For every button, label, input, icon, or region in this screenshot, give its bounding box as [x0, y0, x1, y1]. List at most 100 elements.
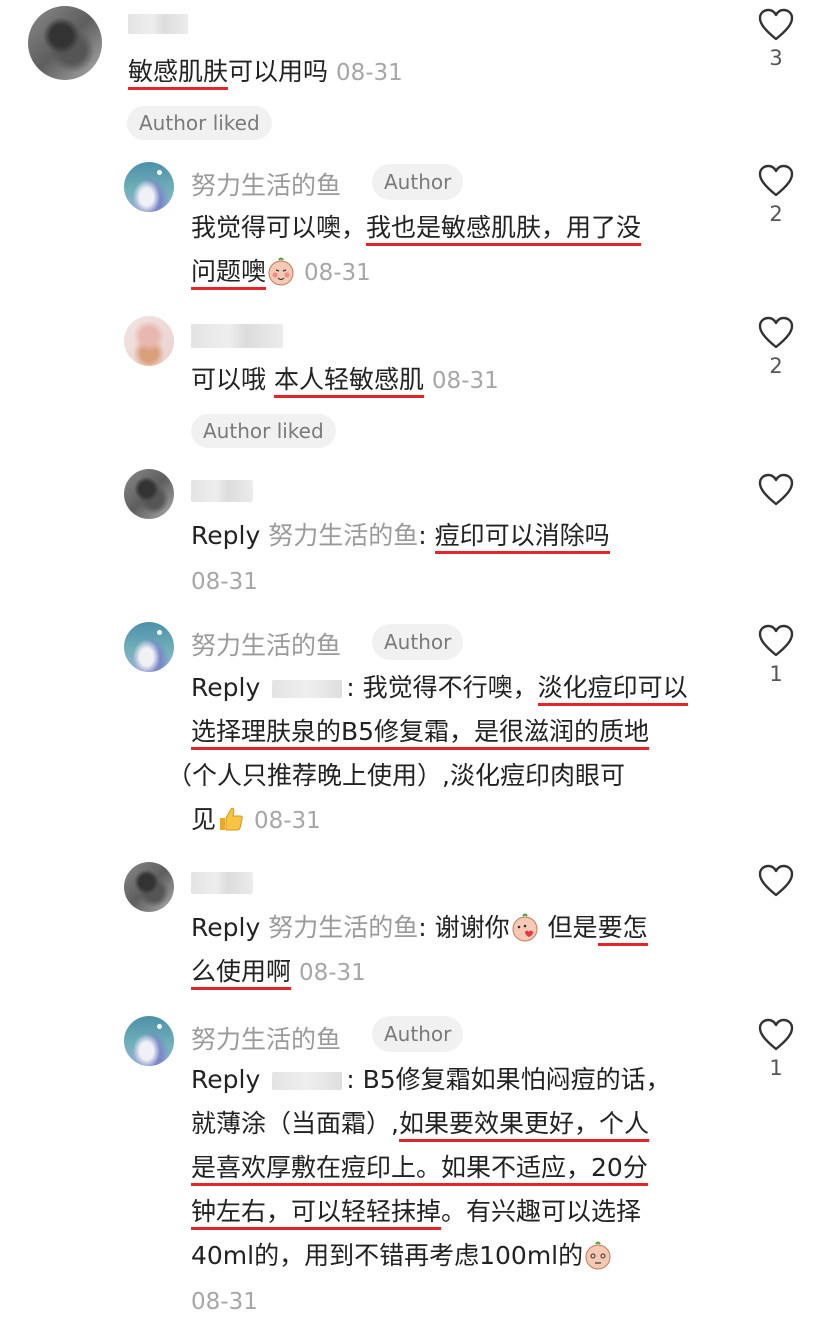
author-liked-chip: Author liked — [127, 106, 272, 140]
text-segment: 。有兴趣可以选择 — [441, 1197, 642, 1226]
highlighted-text: 本人轻敏感肌 — [273, 365, 424, 398]
text-segment: 我觉得不行噢， — [362, 673, 538, 702]
avatar[interactable] — [124, 469, 174, 519]
text-segment: 就薄涂（当面霜）, — [191, 1109, 399, 1138]
author-avatar[interactable] — [124, 162, 174, 212]
comment-date: 08-31 — [191, 569, 258, 595]
text-segment: B5修复霜如果怕闷痘的话， — [362, 1065, 671, 1094]
comment-date: 08-31 — [303, 260, 371, 286]
like-count: 2 — [769, 202, 783, 226]
comment-date: 08-31 — [253, 808, 321, 834]
colon: : — [418, 913, 435, 942]
reply-text-line: 是喜欢厚敷在痘印上。如果不适应，20分 — [191, 1145, 648, 1190]
highlighted-text: 么使用啊 — [191, 957, 292, 990]
reply-text-line: 选择理肤泉的B5修复霜，是很滋润的质地 — [191, 709, 650, 754]
reply-label: Reply — [191, 1065, 261, 1094]
author-avatar[interactable] — [124, 622, 174, 672]
masked-username[interactable] — [191, 480, 253, 502]
colon: : — [418, 521, 435, 550]
author-avatar[interactable] — [124, 1016, 174, 1066]
like-button[interactable]: 1 — [757, 624, 795, 686]
reply-text-line: 就薄涂（当面霜）,如果要效果更好，个人 — [191, 1101, 649, 1146]
like-count: 1 — [769, 662, 783, 686]
like-count: 3 — [769, 46, 783, 70]
masked-reply-target[interactable] — [272, 680, 343, 698]
peach-heart-emoji — [512, 913, 538, 942]
reply-item: 努力生活的鱼 Author Reply : 我觉得不行噢，淡化痘印可以 选择理肤… — [0, 610, 828, 850]
like-button[interactable]: 3 — [757, 8, 795, 70]
comment-date: 08-31 — [191, 1289, 258, 1315]
author-username[interactable]: 努力生活的鱼 — [191, 1020, 341, 1056]
reply-date-line: 08-31 — [191, 558, 258, 605]
comment-date: 08-31 — [431, 368, 499, 394]
avatar[interactable] — [28, 6, 102, 80]
like-button[interactable]: 2 — [757, 316, 795, 378]
reply-text-line: 见 08-31 — [191, 797, 321, 844]
reply-text-line: 么使用啊 08-31 — [191, 949, 366, 996]
heart-outline-icon — [758, 473, 794, 506]
like-button[interactable] — [757, 473, 795, 507]
highlighted-text: 我也是敏感肌肤，用了没 — [366, 213, 642, 246]
colon: : — [346, 673, 363, 702]
text-segment: 可以哦 — [191, 365, 274, 394]
reply-text-line: （个人只推荐晚上使用）,淡化痘印肉眼可 — [167, 753, 625, 798]
like-button[interactable] — [757, 864, 795, 898]
colon: : — [346, 1065, 363, 1094]
reply-item: Reply 努力生活的鱼: 痘印可以消除吗 08-31 — [0, 460, 828, 610]
highlighted-text: 淡化痘印可以 — [537, 673, 688, 706]
text-segment: 见 — [191, 805, 217, 834]
reply-label: Reply — [191, 913, 261, 942]
like-button[interactable]: 1 — [757, 1018, 795, 1080]
comment-item: 敏感肌肤可以用吗 08-31 Author liked 3 — [0, 0, 828, 150]
reply-text-line: 钟左右，可以轻轻抹掉。有兴趣可以选择 — [191, 1189, 641, 1234]
masked-username[interactable] — [191, 872, 253, 894]
reply-target-username[interactable]: 努力生活的鱼 — [268, 913, 418, 942]
author-tag: Author — [372, 1016, 464, 1052]
highlighted-text: 痘印可以消除吗 — [434, 521, 610, 554]
text-segment: 谢谢你 — [434, 913, 510, 942]
highlighted-text: 要怎 — [597, 913, 648, 946]
reply-text-line: 我觉得可以噢，我也是敏感肌肤，用了没 — [191, 205, 642, 250]
highlighted-text: 问题噢 — [191, 257, 267, 290]
like-button[interactable]: 2 — [757, 164, 795, 226]
peach-think-emoji — [585, 1241, 611, 1270]
heart-outline-icon — [758, 8, 794, 41]
reply-text-line: 问题噢 08-31 — [191, 249, 371, 296]
heart-outline-icon — [758, 164, 794, 197]
heart-outline-icon — [758, 316, 794, 349]
reply-target-username[interactable]: 努力生活的鱼 — [268, 521, 418, 550]
text-segment: 40ml的，用到不错再考虑100ml的 — [191, 1241, 584, 1270]
reply-text-line: Reply : B5修复霜如果怕闷痘的话， — [191, 1057, 671, 1102]
like-count: 2 — [769, 354, 783, 378]
comment-date: 08-31 — [335, 60, 403, 86]
comment-text: 敏感肌肤可以用吗 08-31 — [128, 49, 403, 96]
author-tag: Author — [372, 624, 464, 660]
reply-item: 可以哦 本人轻敏感肌 08-31 Author liked 2 — [0, 300, 828, 460]
avatar[interactable] — [124, 316, 174, 366]
masked-username[interactable] — [191, 324, 283, 348]
text-segment: 我觉得可以噢， — [191, 213, 367, 242]
highlighted-text: 选择理肤泉的B5修复霜，是很滋润的质地 — [191, 717, 650, 750]
heart-outline-icon — [758, 624, 794, 657]
reply-text-line: 40ml的，用到不错再考虑100ml的 — [191, 1233, 613, 1278]
author-username[interactable]: 努力生活的鱼 — [191, 166, 341, 202]
thumbs-up-emoji — [220, 807, 243, 831]
text-segment: 但是 — [539, 913, 598, 942]
reply-item: 努力生活的鱼 Author Reply : B5修复霜如果怕闷痘的话， 就薄涂（… — [0, 1000, 828, 1318]
reply-label: Reply — [191, 521, 261, 550]
masked-username[interactable] — [128, 14, 188, 34]
author-username[interactable]: 努力生活的鱼 — [191, 626, 341, 662]
reply-text-line: Reply 努力生活的鱼: 谢谢你 但是要怎 — [191, 905, 648, 950]
author-tag: Author — [372, 164, 464, 200]
reply-text-line: Reply : 我觉得不行噢，淡化痘印可以 — [191, 665, 688, 710]
highlighted-text: 是喜欢厚敷在痘印上。如果不适应，20分 — [191, 1153, 648, 1186]
masked-reply-target[interactable] — [272, 1072, 343, 1090]
reply-item: Reply 努力生活的鱼: 谢谢你 但是要怎 么使用啊 08-31 — [0, 850, 828, 1000]
avatar[interactable] — [124, 862, 174, 912]
reply-text-line: Reply 努力生活的鱼: 痘印可以消除吗 — [191, 513, 610, 558]
like-count: 1 — [769, 1056, 783, 1080]
heart-outline-icon — [758, 864, 794, 897]
peach-blush-emoji — [268, 257, 294, 286]
reply-item: 努力生活的鱼 Author 我觉得可以噢，我也是敏感肌肤，用了没 问题噢 08-… — [0, 150, 828, 300]
comment-date: 08-31 — [298, 960, 366, 986]
